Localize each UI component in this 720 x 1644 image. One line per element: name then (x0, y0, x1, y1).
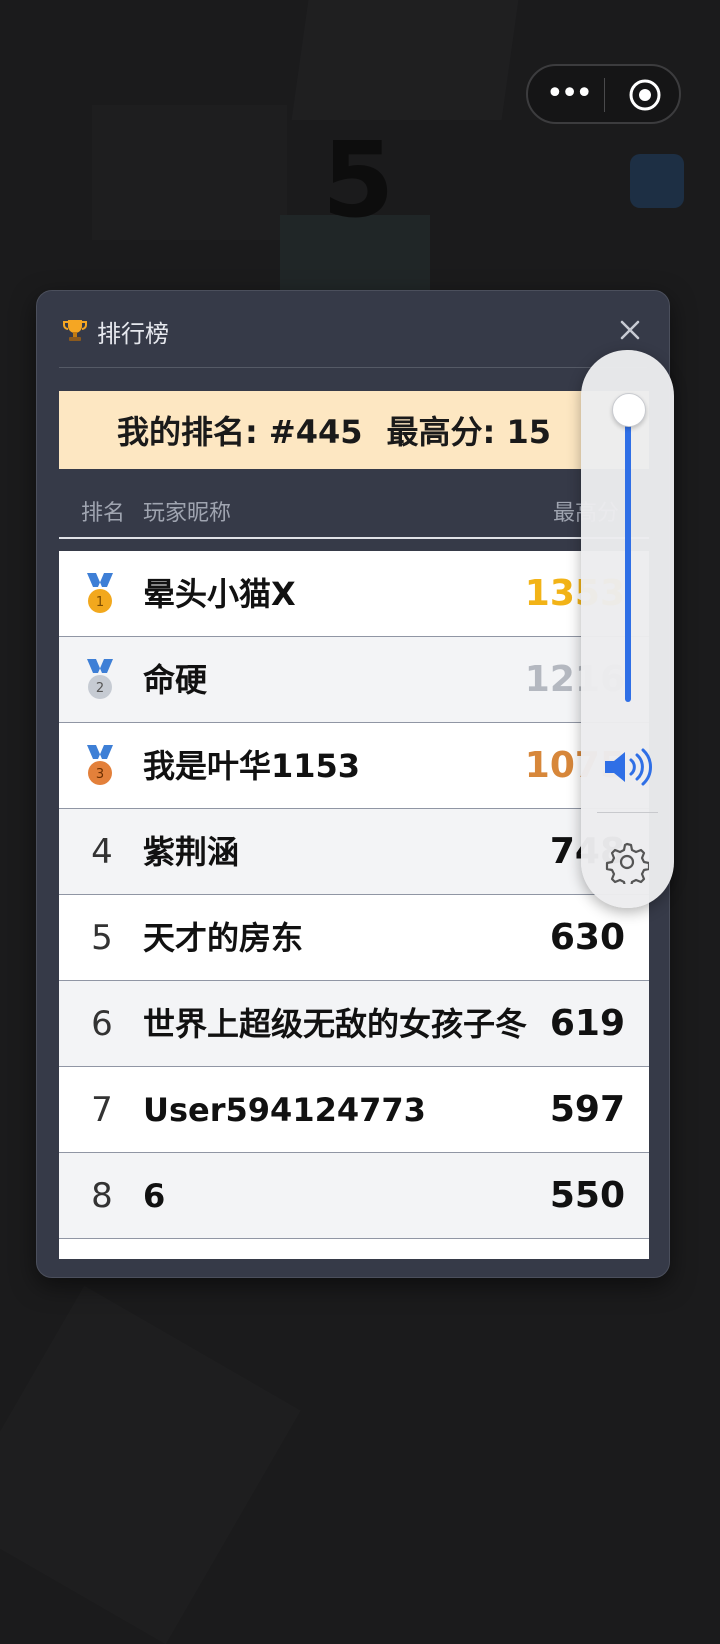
my-best-score-label: 最高分: 15 (386, 413, 552, 451)
my-rank-label: 我的排名: #445 (116, 413, 363, 451)
player-score: 619 (549, 1003, 625, 1044)
player-name: 紫荆涵 (143, 833, 240, 871)
svg-text:1: 1 (96, 595, 104, 610)
column-header: 排名 玩家昵称 最高分 (59, 491, 649, 531)
leaderboard-panel: 排行榜 我的排名: #445 最高分: 15 排名 玩家昵称 最高分 1 晕头小… (36, 290, 670, 1278)
player-rank: 7 (91, 1090, 113, 1130)
svg-text:2: 2 (96, 681, 104, 696)
player-score: 597 (549, 1089, 625, 1130)
target-circle-icon[interactable] (628, 78, 662, 112)
player-name: 天才的房东 (143, 919, 304, 957)
player-rank: 6 (91, 1004, 113, 1044)
panel-title: 排行榜 (97, 319, 169, 348)
capsule-divider (604, 78, 605, 112)
table-row: 3 我是叶华1153 1075 (59, 723, 649, 809)
close-icon[interactable] (617, 317, 643, 343)
player-name: User594124773 (143, 1091, 426, 1129)
gold-medal-icon: 1 (87, 573, 113, 613)
background-block (92, 105, 287, 240)
volume-slider-handle[interactable] (612, 393, 646, 427)
column-name: 玩家昵称 (143, 501, 232, 526)
header-divider (59, 367, 647, 368)
player-name: 我是叶华1153 (143, 747, 361, 785)
silver-medal-icon: 2 (87, 659, 113, 699)
speaker-icon[interactable] (603, 748, 653, 786)
table-row: 6 世界上超级无敌的女孩子冬 619 (59, 981, 649, 1067)
table-row: 1 晕头小猫X 1353 (59, 551, 649, 637)
player-name: 世界上超级无敌的女孩子冬 (143, 1005, 528, 1043)
player-rank: 4 (91, 832, 113, 872)
more-dots-icon[interactable]: ••• (546, 76, 593, 112)
table-row: 2 命硬 1216 (59, 637, 649, 723)
table-row: 7 User594124773 597 (59, 1067, 649, 1153)
leaderboard-list[interactable]: 1 晕头小猫X 1353 2 命硬 1216 3 我是叶华1153 1075 4 (59, 551, 649, 1259)
volume-slider-track[interactable] (625, 410, 631, 702)
column-rank: 排名 (81, 501, 126, 526)
player-name: 6 (143, 1177, 166, 1215)
player-name: 晕头小猫X (143, 575, 296, 613)
player-name: 命硬 (143, 661, 208, 699)
game-settings-button[interactable] (630, 154, 684, 208)
trophy-icon (63, 320, 87, 341)
panel-header: 排行榜 (61, 313, 169, 349)
table-row (59, 1239, 649, 1259)
background-block (0, 1285, 301, 1644)
gear-icon[interactable] (605, 840, 649, 884)
table-row: 8 6 550 (59, 1153, 649, 1239)
table-row: 5 天才的房东 630 (59, 895, 649, 981)
volume-divider (597, 812, 658, 813)
player-score: 550 (549, 1175, 625, 1216)
bronze-medal-icon: 3 (87, 745, 113, 785)
column-divider (59, 537, 649, 539)
mini-program-capsule: ••• (526, 64, 681, 124)
background-block (291, 0, 519, 120)
player-rank: 8 (91, 1176, 113, 1216)
player-rank: 5 (91, 918, 113, 958)
my-rank-banner: 我的排名: #445 最高分: 15 (59, 391, 649, 469)
table-row: 4 紫荆涵 748 (59, 809, 649, 895)
game-score: 5 (322, 119, 395, 241)
player-score: 630 (549, 917, 625, 958)
volume-panel (581, 350, 674, 908)
svg-text:3: 3 (96, 767, 104, 782)
